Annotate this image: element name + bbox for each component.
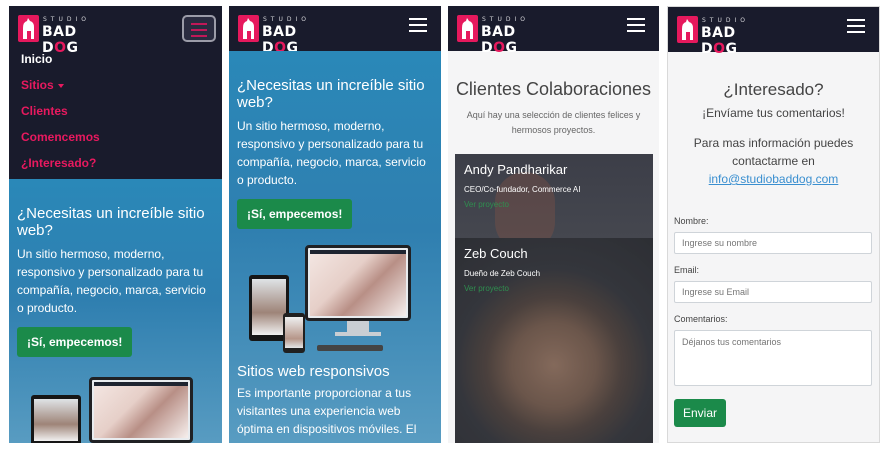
hamburger-icon-line bbox=[191, 23, 207, 25]
caret-down-icon bbox=[57, 83, 64, 88]
logo[interactable]: STUDIO BAD DOG bbox=[238, 15, 338, 56]
hamburger-icon-line bbox=[847, 25, 865, 27]
comments-textarea[interactable] bbox=[674, 330, 872, 386]
screen-contact: STUDIO BAD DOG ¿Interesado? ¡Envíame tus… bbox=[667, 6, 880, 443]
hero-text: Un sitio hermoso, moderno, responsivo y … bbox=[237, 119, 426, 187]
menu-toggle-button[interactable] bbox=[182, 15, 216, 42]
view-project-link[interactable]: Ver proyecto bbox=[464, 284, 644, 293]
logo-studio-text: STUDIO bbox=[43, 16, 90, 23]
contact-info: Para mas información puedes contactarme … bbox=[693, 136, 854, 168]
devices-mockup-image bbox=[17, 357, 214, 443]
nav-menu: Inicio Sitios Clientes Comencemos ¿Inter… bbox=[9, 51, 222, 179]
screen-hero: STUDIO BAD DOG ¿Necesitas un increíble s… bbox=[229, 6, 441, 443]
navbar: STUDIO BAD DOG bbox=[229, 6, 441, 56]
logo-name-text: BAD DOG bbox=[42, 24, 79, 56]
nav-item-clientes[interactable]: Clientes bbox=[21, 103, 222, 129]
screen-clients: STUDIO BAD DOG Clientes Colaboraciones A… bbox=[448, 6, 659, 443]
hero-section: ¿Necesitas un increíble sitio web? Un si… bbox=[229, 51, 441, 443]
name-input[interactable] bbox=[674, 232, 872, 254]
hamburger-icon-line bbox=[191, 35, 207, 37]
hero-title: ¿Necesitas un increíble sitio web? bbox=[17, 205, 205, 239]
cta-button[interactable]: ¡Sí, empecemos! bbox=[237, 199, 353, 229]
logo-studio-text: STUDIO bbox=[482, 16, 529, 23]
hamburger-icon-line bbox=[409, 24, 427, 26]
dog-logo-icon bbox=[238, 15, 259, 42]
contact-email-link[interactable]: info@studiobaddog.com bbox=[709, 172, 839, 186]
name-label: Nombre: bbox=[674, 216, 709, 226]
logo[interactable]: STUDIO BAD DOG bbox=[457, 15, 557, 56]
logo[interactable]: STUDIO BAD DOG bbox=[677, 16, 777, 57]
hero-title: ¿Necesitas un increíble sitio web? bbox=[237, 77, 425, 111]
clients-subtitle: Aquí hay una selección de clientes felic… bbox=[466, 110, 641, 135]
nav-item-comencemos[interactable]: Comencemos bbox=[21, 129, 222, 155]
logo[interactable]: STUDIO BAD DOG bbox=[18, 15, 118, 56]
email-input[interactable] bbox=[674, 281, 872, 303]
navbar: STUDIO BAD DOG bbox=[448, 6, 659, 56]
dog-logo-icon bbox=[677, 16, 698, 43]
client-name: Andy Pandharikar bbox=[464, 162, 568, 177]
client-card[interactable]: Zeb Couch Dueño de Zeb Couch Ver proyect… bbox=[455, 238, 653, 443]
hamburger-icon-line bbox=[627, 24, 645, 26]
nav-item-interesado[interactable]: ¿Interesado? bbox=[21, 155, 222, 181]
client-card[interactable]: Andy Pandharikar CEO/Co-fundador, Commer… bbox=[455, 154, 653, 238]
clients-title: Clientes Colaboraciones bbox=[455, 79, 652, 99]
hamburger-icon-line bbox=[847, 19, 865, 21]
hamburger-icon-line bbox=[409, 30, 427, 32]
submit-button[interactable]: Enviar bbox=[674, 399, 727, 427]
client-role: Dueño de Zeb Couch bbox=[464, 269, 541, 278]
hero-section: ¿Necesitas un increíble sitio web? Un si… bbox=[9, 179, 222, 443]
devices-mockup-image bbox=[237, 229, 433, 357]
logo-studio-text: STUDIO bbox=[263, 16, 310, 23]
screen-menu-open: STUDIO BAD DOG Inicio Sitios Clientes Co… bbox=[9, 6, 222, 443]
responsive-section-title: Sitios web responsivos bbox=[237, 363, 390, 380]
menu-toggle-button[interactable] bbox=[847, 19, 869, 37]
navbar: STUDIO BAD DOG bbox=[9, 6, 222, 56]
contact-subtitle: ¡Envíame tus comentarios! bbox=[702, 106, 845, 120]
responsive-section-text: Es importante proporcionar a tus visitan… bbox=[237, 386, 417, 436]
view-project-link[interactable]: Ver proyecto bbox=[464, 200, 644, 209]
logo-name-text: BAD DOG bbox=[701, 25, 738, 57]
hamburger-icon-line bbox=[191, 29, 207, 31]
cta-button[interactable]: ¡Sí, empecemos! bbox=[17, 327, 133, 357]
menu-toggle-button[interactable] bbox=[627, 18, 649, 36]
logo-name-text: BAD DOG bbox=[481, 24, 518, 56]
nav-item-sitios[interactable]: Sitios bbox=[21, 77, 222, 103]
hamburger-icon-line bbox=[409, 18, 427, 20]
hamburger-icon-line bbox=[627, 18, 645, 20]
menu-toggle-button[interactable] bbox=[409, 18, 431, 36]
navbar: STUDIO BAD DOG bbox=[668, 7, 879, 57]
dog-logo-icon bbox=[457, 15, 478, 42]
contact-form: Nombre: Email: Comentarios: Enviar bbox=[668, 216, 879, 427]
hamburger-icon-line bbox=[627, 30, 645, 32]
contact-section: ¿Interesado? ¡Envíame tus comentarios! P… bbox=[668, 52, 879, 188]
client-name: Zeb Couch bbox=[464, 246, 528, 261]
hamburger-icon-line bbox=[847, 31, 865, 33]
dog-logo-icon bbox=[18, 15, 39, 42]
client-role: CEO/Co-fundador, Commerce AI bbox=[464, 185, 581, 194]
contact-title: ¿Interesado? bbox=[723, 80, 824, 99]
logo-studio-text: STUDIO bbox=[702, 17, 749, 24]
email-label: Email: bbox=[674, 265, 700, 275]
clients-header: Clientes Colaboraciones Aquí hay una sel… bbox=[448, 51, 659, 138]
comments-label: Comentarios: bbox=[674, 314, 728, 324]
hero-text: Un sitio hermoso, moderno, responsivo y … bbox=[17, 247, 206, 315]
